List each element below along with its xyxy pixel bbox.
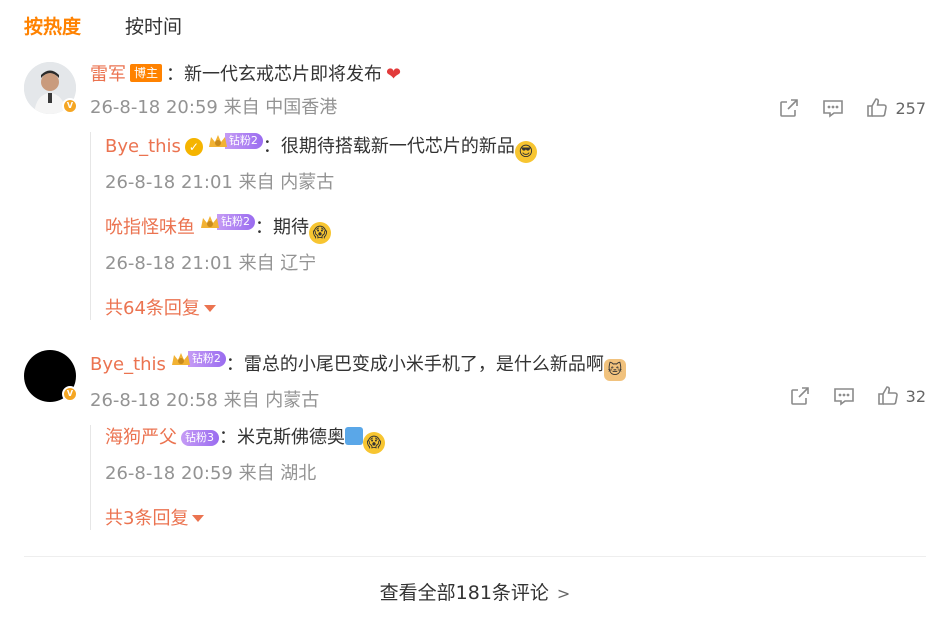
reply-text-line: 海狗严父 钻粉3 ：米克斯佛德奥 😱: [105, 425, 926, 454]
caret-down-icon: [192, 514, 205, 522]
comment-content: 雷总的小尾巴变成小米手机了，是什么新品啊: [243, 354, 604, 375]
view-all-comments-link[interactable]: 查看全部181条评论 >: [0, 578, 950, 605]
like-count: 32: [905, 386, 926, 406]
more-replies-link[interactable]: 共64条回复: [105, 294, 216, 320]
verified-icon: ✓: [184, 138, 203, 156]
fan-level-label: 钻粉2: [224, 133, 263, 149]
crown-icon: [207, 132, 229, 150]
separator: ：: [166, 64, 185, 85]
fan-level-label: 钻粉2: [187, 351, 226, 367]
reply-list: Bye_this ✓ 钻粉2 ：很期待搭载新一代芯片的新品 😎 26-8-18 21:0…: [90, 132, 926, 320]
comment-button[interactable]: [821, 96, 845, 120]
tab-sort-time[interactable]: 按时间: [125, 12, 182, 39]
reply-meta: 26-8-18 21:01 来自 辽宁: [105, 253, 317, 274]
author-tag: 博主: [130, 64, 163, 82]
like-button[interactable]: 257: [865, 96, 926, 120]
fan-badge: 钻粉2: [170, 350, 226, 368]
sort-tabs: 按热度 按时间: [24, 12, 182, 39]
reply-item: 吮指怪味鱼 钻粉2 ：期待 😱 26-8-18 21:01 来自 辽宁: [105, 213, 926, 276]
crown-icon: [170, 350, 192, 368]
reply-content: 很期待搭载新一代芯片的新品: [280, 136, 515, 157]
comment-icon: [823, 100, 844, 118]
separator: ：: [225, 354, 244, 375]
verified-badge-icon: V: [62, 98, 78, 114]
chevron-right-icon: >: [556, 584, 571, 603]
sunglasses-emoji-icon: 😎: [514, 141, 537, 163]
share-button[interactable]: [788, 384, 812, 408]
comment-actions: 32: [788, 384, 926, 408]
fan-badge: 钻粉3: [181, 430, 219, 446]
caret-down-icon: [203, 304, 216, 312]
more-replies-link[interactable]: 共3条回复: [105, 504, 205, 530]
divider: [24, 556, 926, 557]
view-all-label: 查看全部181条评论: [379, 582, 549, 604]
more-replies-label: 共64条回复: [105, 298, 200, 319]
heart-emoji-icon: ❤: [386, 64, 402, 85]
avatar[interactable]: V: [24, 350, 78, 402]
comment-content: 新一代玄戒芯片即将发布: [184, 64, 383, 85]
fan-badge: 钻粉2: [199, 213, 255, 231]
reply-username[interactable]: Bye_this: [105, 136, 181, 157]
reply-content: 米克斯佛德奥: [237, 427, 345, 448]
reply-username[interactable]: 海狗严父: [105, 427, 177, 448]
comment-username[interactable]: Bye_this: [90, 354, 166, 375]
comment-item: V Bye_this 钻粉2 ：雷总的小尾巴变成小米手机了，是什么新品啊 🐱 26-8…: [24, 350, 926, 530]
window-emoji-icon: [345, 427, 363, 445]
comment-icon: [833, 388, 854, 406]
crown-icon: [199, 213, 221, 231]
separator: ：: [255, 217, 273, 238]
fan-level-label: 钻粉3: [181, 430, 219, 446]
thumbs-up-icon: [867, 98, 888, 117]
fan-level-label: 钻粉2: [217, 214, 255, 230]
thumbs-up-icon: [877, 386, 898, 405]
tab-sort-hot[interactable]: 按热度: [24, 12, 81, 39]
comment-text-line: 雷军 博主 ：新一代玄戒芯片即将发布 ❤: [90, 62, 926, 88]
reply-meta: 26-8-18 20:59 来自 湖北: [105, 463, 317, 484]
shocked-emoji-icon: 😱: [309, 222, 331, 244]
comment-item: V 雷军 博主 ：新一代玄戒芯片即将发布 ❤ 26-8-18 20:59 来自 中国香…: [24, 62, 926, 320]
reply-content: 期待: [273, 217, 309, 238]
like-button[interactable]: 32: [876, 384, 926, 408]
reply-item: Bye_this ✓ 钻粉2 ：很期待搭载新一代芯片的新品 😎 26-8-18 21:0…: [105, 132, 926, 195]
comment-username[interactable]: 雷军: [90, 64, 126, 85]
verified-badge-icon: V: [62, 386, 78, 402]
avatar[interactable]: V: [24, 62, 78, 114]
reply-username[interactable]: 吮指怪味鱼: [105, 217, 195, 238]
separator: ：: [262, 136, 281, 157]
comment-text-line: Bye_this 钻粉2 ：雷总的小尾巴变成小米手机了，是什么新品啊 🐱: [90, 350, 926, 381]
share-icon: [790, 387, 809, 405]
reply-text-line: 吮指怪味鱼 钻粉2 ：期待 😱: [105, 213, 926, 244]
share-button[interactable]: [777, 96, 801, 120]
share-icon: [780, 99, 799, 117]
separator: ：: [219, 427, 237, 448]
shocked-emoji-icon: 😱: [363, 432, 385, 454]
fan-badge: 钻粉2: [207, 132, 263, 150]
reply-text-line: Bye_this ✓ 钻粉2 ：很期待搭载新一代芯片的新品 😎: [105, 132, 926, 163]
reply-list: 海狗严父 钻粉3 ：米克斯佛德奥 😱 26-8-18 20:59 来自 湖北 共3条回…: [90, 425, 926, 530]
reply-meta: 26-8-18 21:01 来自 内蒙古: [105, 172, 335, 193]
more-replies-label: 共3条回复: [105, 508, 189, 529]
reply-item: 海狗严父 钻粉3 ：米克斯佛德奥 😱 26-8-18 20:59 来自 湖北: [105, 425, 926, 486]
like-count: 257: [895, 98, 926, 118]
cat-emoji-icon: 🐱: [603, 359, 626, 381]
comment-button[interactable]: [832, 384, 856, 408]
comment-actions: 257: [777, 96, 926, 120]
